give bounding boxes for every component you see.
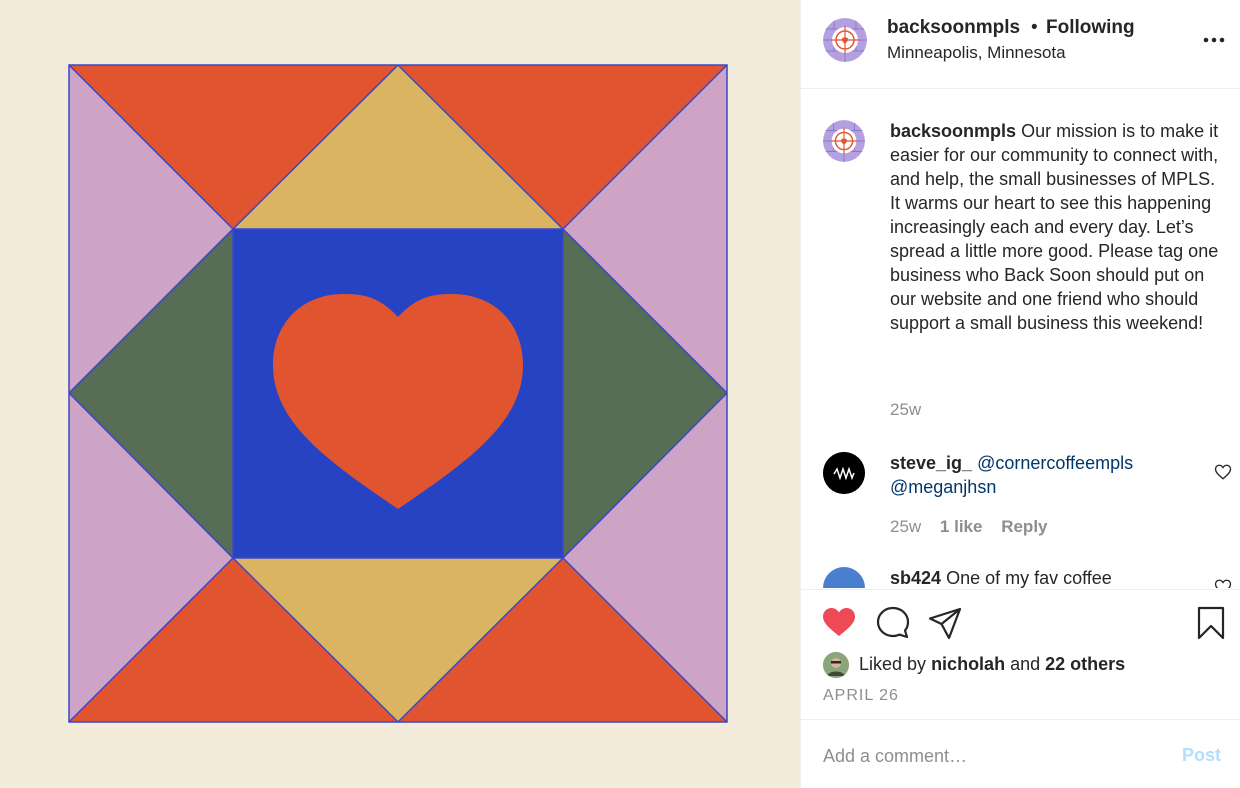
reply-button[interactable]: Reply	[1001, 517, 1047, 536]
add-comment-input[interactable]	[823, 742, 1163, 770]
liked-by-and: and	[1010, 654, 1041, 674]
post-date[interactable]: APRIL 26	[823, 687, 899, 705]
caption-avatar[interactable]	[823, 120, 865, 162]
comment-icon[interactable]	[875, 605, 911, 641]
comment-username[interactable]: steve_ig_	[890, 453, 972, 473]
more-horizontal-icon[interactable]	[1201, 30, 1229, 50]
share-icon[interactable]	[927, 605, 963, 641]
post-header: backsoonmpls • Following Minneapolis, Mi…	[801, 0, 1240, 89]
quilt-artwork	[0, 0, 800, 788]
profile-avatar[interactable]	[823, 18, 867, 62]
caption-timestamp[interactable]: 25w	[890, 400, 921, 420]
comments-section[interactable]: backsoonmpls Our mission is to make it e…	[801, 90, 1240, 588]
comment-timestamp[interactable]: 25w	[890, 517, 921, 536]
comment-mention[interactable]: @meganjhsn	[890, 477, 996, 497]
post-actions: Liked by nicholah and 22 others APRIL 26	[801, 589, 1240, 719]
comment-likes[interactable]: 1 like	[940, 517, 983, 536]
post-caption: backsoonmpls Our mission is to make it e…	[890, 119, 1226, 335]
comment-text: sb424 One of my fav coffee	[890, 566, 1190, 588]
comment-username[interactable]: sb424	[890, 568, 941, 588]
liked-by-others[interactable]: 22 others	[1045, 654, 1125, 674]
comment-like-icon[interactable]	[1214, 463, 1232, 481]
header-username[interactable]: backsoonmpls	[887, 17, 1020, 39]
follow-separator: •	[1031, 17, 1038, 38]
comment-avatar[interactable]	[823, 452, 865, 494]
comment-body: One of my fav coffee	[946, 568, 1112, 588]
post-location[interactable]: Minneapolis, Minnesota	[887, 43, 1066, 63]
comment-like-icon[interactable]	[1214, 578, 1232, 588]
liked-by-text: Liked by nicholah and 22 others	[859, 654, 1125, 675]
post-image[interactable]	[0, 0, 800, 788]
caption-text: Our mission is to make it easier for our…	[890, 121, 1219, 333]
liked-by-user[interactable]: nicholah	[931, 654, 1005, 674]
post-button[interactable]: Post	[1182, 745, 1221, 766]
liked-by-prefix: Liked by	[859, 654, 927, 674]
comment-text: steve_ig_ @cornercoffeempls @meganjhsn	[890, 451, 1190, 499]
add-comment-bar: Post	[801, 719, 1240, 788]
comment-mention[interactable]: @cornercoffeempls	[977, 453, 1133, 473]
post-sidebar: backsoonmpls • Following Minneapolis, Mi…	[800, 0, 1240, 788]
comment-meta: 25w 1 like Reply	[890, 517, 1062, 537]
following-button[interactable]: Following	[1046, 17, 1135, 39]
liker-avatar[interactable]	[823, 652, 849, 678]
bookmark-icon[interactable]	[1193, 605, 1229, 641]
heart-filled-icon[interactable]	[821, 605, 857, 641]
caption-username[interactable]: backsoonmpls	[890, 121, 1016, 141]
comment-avatar[interactable]	[823, 567, 865, 588]
